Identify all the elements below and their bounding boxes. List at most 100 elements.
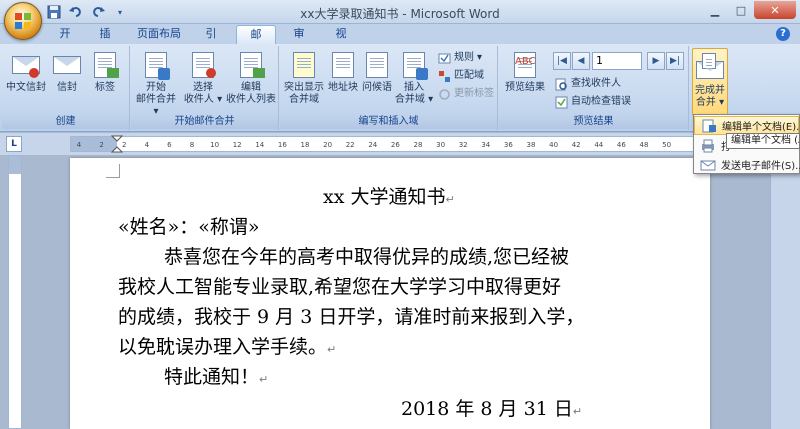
auto-check-errors-button[interactable]: 自动检查错误 (555, 94, 631, 110)
group-start-mail-merge: 开始 邮件合并 ▾ 选择 收件人 ▾ 编辑 收件人列表 开始邮件合并 (131, 46, 279, 130)
address-block-button[interactable]: 地址块 (326, 50, 360, 94)
doc-paragraph-line: 我校人工智能专业录取,希望您在大学学习中取得更好 (118, 276, 562, 298)
horizontal-ruler[interactable]: 4 2 2 4 6 8 10 12 14 16 18 20 22 24 26 28 30 32 34 36 38 40 42… (70, 135, 710, 153)
vertical-ruler[interactable] (8, 155, 22, 429)
match-fields-button[interactable]: 匹配域 (438, 68, 484, 84)
insert-merge-field-button[interactable]: 插入 合并域 ▾ (394, 50, 434, 106)
address-block-label: 地址块 (328, 82, 358, 93)
start-mail-merge-button[interactable]: 开始 邮件合并 ▾ (133, 50, 179, 118)
tab-selector[interactable]: L (6, 136, 22, 152)
match-fields-label: 匹配域 (454, 70, 484, 81)
update-labels-icon (439, 88, 450, 100)
envelope-icon (10, 50, 42, 80)
close-button[interactable]: ✕ (754, 1, 796, 19)
insert-field-icon (398, 50, 430, 80)
maximize-button[interactable]: □ (728, 1, 754, 19)
ruler-tick-label: 38 (526, 141, 536, 149)
find-icon (555, 78, 567, 90)
highlight-label-1: 突出显示 (284, 82, 324, 93)
tab-home[interactable]: 开始 (46, 25, 84, 58)
ribbon-tabs: 开始 插入 页面布局 引用 邮件 审阅 视图 (0, 24, 800, 59)
labels-label: 标签 (95, 82, 115, 93)
menu-item-send-email[interactable]: 发送电子邮件(S)... (694, 155, 800, 174)
group-label: 开始邮件合并 (131, 115, 278, 129)
edit-document-icon (701, 119, 717, 133)
edit-recipient-list-button[interactable]: 编辑 收件人列表 (225, 50, 277, 106)
group-write-insert-fields: 突出显示 合并域 地址块 问候语 插入 合并域 ▾ 规则 ▾ 匹配域 更新标签 … (280, 46, 498, 130)
preview-results-label: 预览结果 (505, 82, 545, 93)
ruler-tick-label: 40 (549, 141, 559, 149)
ruler-tick-label: 30 (436, 141, 446, 149)
match-fields-icon (439, 70, 450, 82)
group-label: 创建 (2, 115, 129, 129)
tab-page-layout[interactable]: 页面布局 (128, 25, 190, 44)
select-label-1: 选择 (193, 82, 213, 93)
ruler-tick-label: 20 (323, 141, 333, 149)
update-labels-button[interactable]: 更新标签 (438, 86, 494, 102)
tab-view[interactable]: 视图 (322, 25, 360, 58)
doc-closing: 特此通知！↵ (164, 366, 269, 388)
window-title: xx大学录取通知书 - Microsoft Word (300, 7, 500, 21)
ruler-tick-label: 10 (210, 141, 220, 149)
highlight-merge-fields-button[interactable]: 突出显示 合并域 (282, 50, 326, 106)
title-bar: ▾ xx大学录取通知书 - Microsoft Word ▁ □ ✕ (0, 0, 800, 24)
greeting-label: 问候语 (362, 82, 392, 93)
tab-references[interactable]: 引用 (192, 25, 230, 58)
minimize-button[interactable]: ▁ (702, 1, 728, 19)
doc-paragraph-line: 的成绩，我校于 9 月 3 日开学，请准时前来报到入学， (118, 306, 585, 328)
ruler-tick-label: 26 (390, 141, 400, 149)
doc-greeting: «姓名»：«称谓» (118, 216, 260, 238)
find-recipient-button[interactable]: 查找收件人 (555, 76, 621, 92)
document-page[interactable]: xx 大学通知书↵ «姓名»：«称谓» 恭喜您在今年的高考中取得优异的成绩,您已… (70, 158, 710, 429)
ruler-tick-label: 28 (413, 141, 423, 149)
indent-marker-icon[interactable] (111, 135, 123, 153)
ruler-tick-label: 46 (616, 141, 626, 149)
labels-button[interactable]: 标签 (88, 50, 122, 94)
group-label: 预览结果 (499, 115, 688, 129)
greeting-line-button[interactable]: 问候语 (360, 50, 394, 94)
finish-label-2: 合并 ▾ (695, 97, 725, 108)
tab-review[interactable]: 审阅 (280, 25, 318, 58)
ruler-top-margin (9, 156, 21, 174)
edit-label-2: 收件人列表 (226, 94, 276, 105)
chinese-envelope-button[interactable]: 中文信封 (6, 50, 46, 94)
margin-corner-mark (106, 164, 120, 178)
mail-merge-doc-icon (140, 50, 172, 80)
help-icon[interactable]: ? (776, 27, 790, 41)
group-create: 中文信封 信封 标签 创建 (2, 46, 130, 130)
last-record-button[interactable]: ▶| (666, 52, 684, 70)
first-record-button[interactable]: |◀ (553, 52, 571, 70)
svg-text:ABC: ABC (515, 56, 536, 67)
office-button[interactable] (4, 2, 42, 40)
envelope-icon (51, 50, 83, 80)
tab-mailings[interactable]: 邮件 (236, 25, 276, 59)
envelopes-button[interactable]: 信封 (50, 50, 84, 94)
doc-title: xx 大学通知书↵ (323, 186, 455, 208)
doc-paragraph-line: 以免耽误办理入学手续。↵ (118, 336, 337, 358)
update-labels-label: 更新标签 (454, 88, 494, 99)
select-recipients-button[interactable]: 选择 收件人 ▾ (181, 50, 225, 106)
next-record-button[interactable]: ▶ (647, 52, 665, 70)
ruler-tick-label: 4 (76, 141, 82, 149)
vertical-scrollbar[interactable] (770, 155, 800, 429)
print-icon (700, 139, 716, 153)
recipients-icon (187, 50, 219, 80)
start-label-1: 开始 (146, 82, 166, 93)
office-logo-icon (15, 13, 31, 29)
ruler-tick-label: 50 (662, 141, 672, 149)
ruler-tick-label: 6 (167, 141, 172, 149)
preview-results-button[interactable]: ABC 预览结果 (503, 50, 547, 94)
finish-merge-icon (694, 53, 726, 83)
record-number-input[interactable]: 1 (592, 52, 642, 70)
greeting-icon (361, 50, 393, 80)
finish-merge-button[interactable]: 完成并 合并 ▾ (692, 48, 728, 116)
tab-insert[interactable]: 插入 (86, 25, 124, 58)
ruler-tick-label: 2 (99, 141, 104, 149)
rules-button[interactable]: 规则 ▾ (438, 50, 482, 66)
ruler-tick-label: 24 (368, 141, 378, 149)
insert-label-2: 合并域 ▾ (394, 94, 434, 105)
rules-icon (438, 53, 451, 63)
address-block-icon (327, 50, 359, 80)
label-icon (89, 50, 121, 80)
previous-record-button[interactable]: ◀ (572, 52, 590, 70)
